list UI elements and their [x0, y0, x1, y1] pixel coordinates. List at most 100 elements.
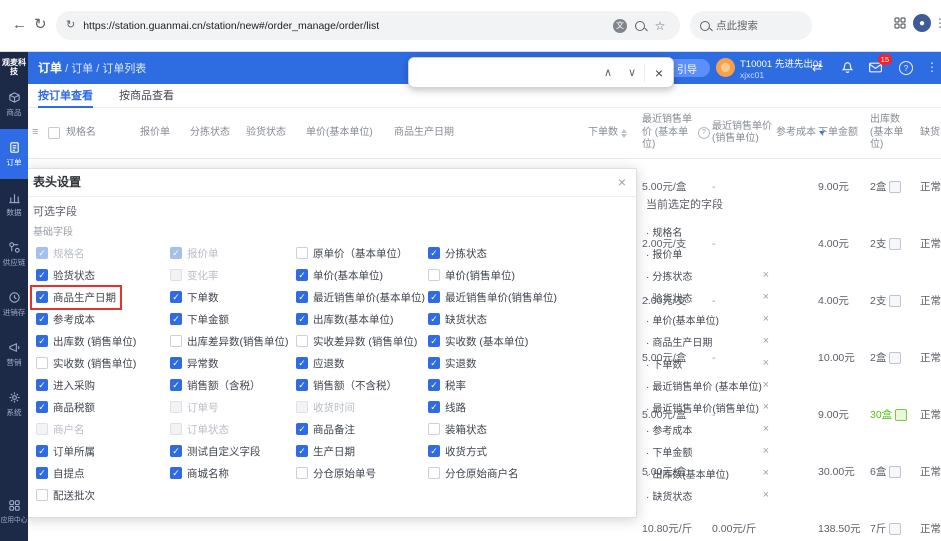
field-option-应退数[interactable]: ✓ 应退数	[293, 354, 348, 373]
checkbox[interactable]: ✓	[36, 467, 48, 479]
user-info[interactable]: T10001 先进先出01 xjxc01	[740, 56, 823, 80]
checkbox[interactable]: ✓	[296, 379, 308, 391]
checkbox[interactable]: ✓	[170, 467, 182, 479]
checkbox[interactable]: ✓	[36, 247, 48, 259]
field-option-配送批次[interactable]: 配送批次	[33, 486, 98, 505]
sidebar-item-供应链[interactable]: 供应链	[0, 229, 28, 279]
sidebar-item-应用中心[interactable]: 应用中心	[0, 487, 28, 537]
message-icon[interactable]: 15	[868, 54, 892, 75]
checkbox[interactable]: ✓	[428, 335, 440, 347]
field-option-出库差异数(销售单位)[interactable]: 出库差异数(销售单位)	[167, 332, 292, 351]
field-option-税率[interactable]: ✓ 税率	[425, 376, 469, 395]
checkbox[interactable]	[170, 335, 182, 347]
product-image-icon[interactable]	[889, 180, 902, 193]
checkbox[interactable]: ✓	[170, 357, 182, 369]
selected-field-报价单[interactable]: · 报价单	[646, 242, 770, 264]
checkbox[interactable]: ✓	[428, 313, 440, 325]
field-option-分仓原始单号[interactable]: 分仓原始单号	[293, 464, 379, 483]
remove-field-icon[interactable]: ×	[761, 269, 770, 281]
field-option-商品备注[interactable]: ✓ 商品备注	[293, 420, 358, 439]
remove-field-icon[interactable]: ×	[761, 291, 770, 303]
bell-icon[interactable]	[840, 59, 855, 74]
remove-field-icon[interactable]: ×	[761, 423, 770, 435]
column-header-缺货状态[interactable]: 缺货状态	[920, 108, 941, 158]
checkbox[interactable]: ✓	[296, 313, 308, 325]
selected-field-商品生产日期[interactable]: · 商品生产日期 ×	[646, 330, 770, 352]
checkbox[interactable]: ✓	[170, 379, 182, 391]
sidebar-item-营销[interactable]: 营销	[0, 329, 28, 379]
switch-account-icon[interactable]: ⇄	[812, 60, 822, 74]
field-option-分拣状态[interactable]: ✓ 分拣状态	[425, 244, 490, 263]
find-close-button[interactable]: ×	[644, 63, 673, 82]
column-settings-icon[interactable]: ≡	[32, 108, 44, 158]
checkbox[interactable]	[170, 401, 182, 413]
browser-back-icon[interactable]: ←	[12, 17, 27, 32]
field-option-订单所属[interactable]: ✓ 订单所属	[33, 442, 98, 461]
selected-field-验货状态[interactable]: · 验货状态 ×	[646, 286, 770, 308]
field-option-实退数[interactable]: ✓ 实退数	[425, 354, 480, 373]
field-option-出库数 (销售单位)[interactable]: ✓ 出库数 (销售单位)	[33, 332, 139, 351]
column-header-参考成本[interactable]: 参考成本	[776, 108, 825, 158]
field-option-最近销售单价(销售单位)[interactable]: ✓ 最近销售单价(销售单位)	[425, 288, 560, 307]
checkbox[interactable]: ✓	[36, 335, 48, 347]
field-option-规格名[interactable]: ✓ 规格名	[33, 244, 88, 263]
find-next-button[interactable]: ∨	[620, 66, 644, 79]
column-header-下单数[interactable]: 下单数	[588, 108, 632, 158]
checkbox[interactable]: ✓	[36, 313, 48, 325]
field-option-自提点[interactable]: ✓ 自提点	[33, 464, 88, 483]
remove-field-icon[interactable]: ×	[761, 335, 770, 347]
column-header-验货状态[interactable]: 验货状态	[246, 108, 302, 158]
checkbox[interactable]	[296, 335, 308, 347]
checkbox[interactable]: ✓	[296, 445, 308, 457]
selected-field-下单数[interactable]: · 下单数 ×	[646, 352, 770, 374]
remove-field-icon[interactable]: ×	[761, 467, 770, 479]
checkbox[interactable]: ✓	[428, 247, 440, 259]
field-option-实收数 (基本单位)[interactable]: ✓ 实收数 (基本单位)	[425, 332, 531, 351]
translate-icon[interactable]: 文	[610, 16, 630, 36]
field-option-下单数[interactable]: ✓ 下单数	[167, 288, 222, 307]
find-in-page-bar[interactable]: ∧ ∨ ×	[408, 57, 674, 88]
quick-search-pill[interactable]: 点此搜索	[690, 11, 812, 40]
checkbox[interactable]	[36, 357, 48, 369]
checkbox[interactable]	[170, 423, 182, 435]
tab-按订单查看[interactable]: 按订单查看	[38, 84, 93, 108]
column-header-下单金额[interactable]: 下单金额	[818, 108, 866, 158]
find-previous-button[interactable]: ∧	[596, 66, 620, 79]
sidebar-item-数据[interactable]: 数据	[0, 179, 28, 229]
browser-profile-avatar[interactable]: ●	[913, 14, 931, 32]
field-option-商户名[interactable]: 商户名	[33, 420, 88, 439]
checkbox[interactable]	[428, 467, 440, 479]
selected-field-下单金额[interactable]: · 下单金额 ×	[646, 440, 770, 462]
address-bar[interactable]: ↻ https://station.guanmai.cn/station/new…	[56, 11, 680, 40]
help-icon[interactable]: ?	[899, 61, 913, 75]
checkbox[interactable]: ✓	[170, 247, 182, 259]
selected-field-最近销售单价(销售单位)[interactable]: · 最近销售单价(销售单位) ×	[646, 396, 770, 418]
checkbox[interactable]: ✓	[170, 445, 182, 457]
column-header-规格名[interactable]: 规格名	[66, 108, 136, 158]
field-option-测试自定义字段[interactable]: ✓ 测试自定义字段	[167, 442, 264, 461]
product-image-icon[interactable]	[889, 351, 902, 364]
field-option-装箱状态[interactable]: 装箱状态	[425, 420, 490, 439]
breadcrumb-segment[interactable]: 订单	[71, 63, 93, 75]
help-icon[interactable]: ?	[698, 127, 710, 139]
column-header-最近销售单价 (基本单位)[interactable]: 最近销售单价 (基本单位)?	[642, 108, 710, 158]
checkbox[interactable]: ✓	[170, 291, 182, 303]
remove-field-icon[interactable]: ×	[761, 379, 770, 391]
checkbox[interactable]: ✓	[428, 445, 440, 457]
product-image-icon[interactable]	[889, 522, 902, 535]
selected-field-单价(基本单位)[interactable]: · 单价(基本单位) ×	[646, 308, 770, 330]
selected-field-最近销售单价 (基本单位)[interactable]: · 最近销售单价 (基本单位) ×	[646, 374, 770, 396]
selected-field-缺货状态[interactable]: · 缺货状态 ×	[646, 484, 770, 506]
field-option-订单状态[interactable]: 订单状态	[167, 420, 232, 439]
modal-close-icon[interactable]: ×	[618, 174, 626, 190]
zoom-icon[interactable]	[630, 16, 650, 36]
checkbox[interactable]: ✓	[36, 401, 48, 413]
field-option-商城名称[interactable]: ✓ 商城名称	[167, 464, 232, 483]
column-header-报价单[interactable]: 报价单	[140, 108, 186, 158]
sidebar-item-商品[interactable]: 商品	[0, 79, 28, 129]
checkbox[interactable]: ✓	[428, 357, 440, 369]
product-image-icon[interactable]	[895, 408, 908, 421]
checkbox[interactable]: ✓	[170, 313, 182, 325]
breadcrumb-segment[interactable]: 订单列表	[102, 63, 146, 75]
selected-field-分拣状态[interactable]: · 分拣状态 ×	[646, 264, 770, 286]
